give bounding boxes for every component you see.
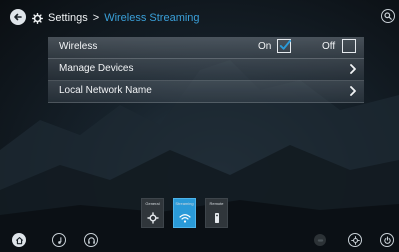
back-arrow-icon (14, 13, 22, 21)
tab-remote-label: Remote (209, 201, 224, 206)
manage-devices-label: Manage Devices (59, 63, 134, 74)
back-button[interactable] (10, 9, 26, 25)
tab-streaming[interactable]: Streaming (173, 198, 196, 228)
page-title: Wireless Streaming (104, 12, 200, 24)
toggle-button[interactable] (314, 234, 326, 246)
settings-tab-bar: General Streaming Remote (141, 198, 228, 232)
gear-icon (350, 235, 360, 245)
toggle-icon (317, 238, 323, 242)
wireless-streaming-screen: Settings > Wireless Streaming Wireless O… (0, 0, 399, 252)
chevron-right-icon (350, 64, 356, 74)
chevron-right-icon (350, 86, 356, 96)
top-bar: Settings > Wireless Streaming (0, 0, 399, 34)
headphones-button[interactable] (84, 233, 98, 247)
wireless-off-checkbox[interactable] (342, 39, 356, 53)
search-button[interactable] (381, 9, 395, 23)
tab-general-label: General (145, 201, 160, 206)
bottom-bar (0, 230, 399, 252)
remote-icon (211, 212, 223, 224)
tab-remote[interactable]: Remote (205, 198, 228, 228)
local-network-name-row[interactable]: Local Network Name (48, 81, 364, 103)
breadcrumb: Settings > Wireless Streaming (32, 10, 200, 26)
wireless-row: Wireless On Off (48, 37, 364, 59)
settings-button[interactable] (348, 233, 362, 247)
wifi-icon (179, 212, 191, 224)
home-icon (15, 236, 23, 244)
power-button[interactable] (380, 233, 394, 247)
tab-streaming-label: Streaming (175, 201, 194, 206)
gear-icon (147, 212, 159, 224)
wireless-on-checkbox[interactable] (277, 39, 291, 53)
tab-general[interactable]: General (141, 198, 164, 228)
gear-icon (32, 12, 43, 24)
breadcrumb-separator: > (92, 12, 100, 24)
power-icon (383, 236, 391, 244)
music-note-icon (57, 236, 61, 244)
headphones-icon (87, 236, 95, 244)
music-button[interactable] (52, 233, 66, 247)
wireless-on-label: On (258, 41, 272, 52)
search-icon (384, 12, 392, 20)
breadcrumb-section[interactable]: Settings (48, 12, 88, 24)
checkmark-icon (279, 39, 291, 50)
wireless-label: Wireless (59, 41, 98, 52)
manage-devices-row[interactable]: Manage Devices (48, 59, 364, 81)
settings-list: Wireless On Off Manage Devices Local Net… (48, 37, 364, 103)
local-network-name-label: Local Network Name (59, 85, 152, 96)
home-button[interactable] (12, 233, 26, 247)
wireless-off-label: Off (322, 41, 336, 52)
